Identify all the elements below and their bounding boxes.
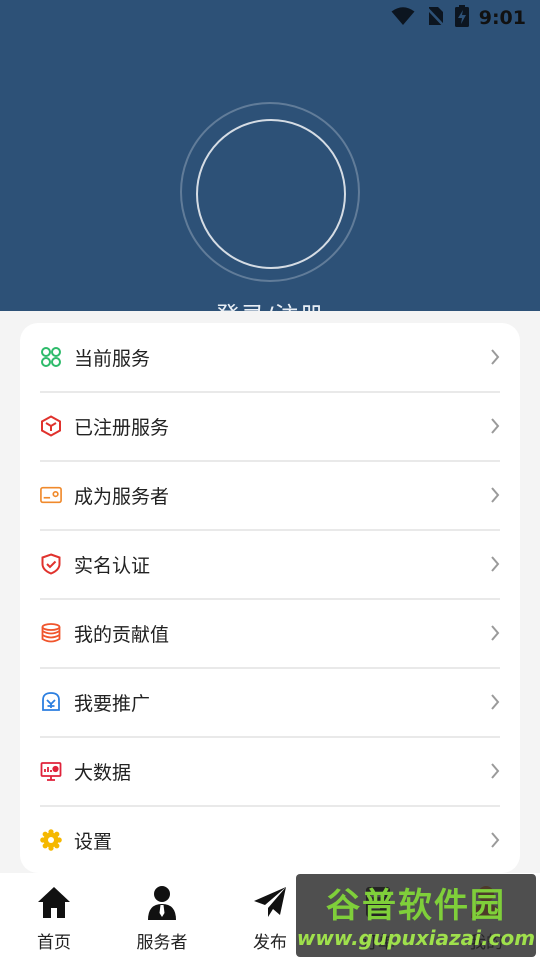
grid-icon bbox=[40, 346, 62, 368]
tab-label: 首页 bbox=[37, 933, 71, 953]
watermark-title: 谷普软件园 bbox=[326, 886, 506, 926]
chevron-right-icon bbox=[482, 555, 500, 573]
menu-item-label: 已注册服务 bbox=[74, 416, 170, 439]
chevron-right-icon bbox=[482, 762, 500, 780]
status-bar: 9:01 bbox=[391, 5, 526, 31]
id-card-icon bbox=[40, 484, 62, 506]
chevron-right-icon bbox=[482, 831, 500, 849]
coins-icon bbox=[40, 622, 62, 644]
login-register-link[interactable]: 登录/注册 bbox=[0, 296, 540, 311]
menu-item-label: 我的贡献值 bbox=[74, 623, 170, 646]
menu-item-label: 当前服务 bbox=[74, 347, 151, 370]
monitor-chart-icon bbox=[40, 760, 62, 782]
menu-item-become-provider[interactable]: 成为服务者 bbox=[40, 461, 500, 529]
watermark-url: www.gupuxiazai.com bbox=[296, 926, 536, 950]
wifi-icon bbox=[391, 6, 415, 30]
profile-header: 9:01 登录/注册 bbox=[0, 0, 540, 311]
menu-item-label: 实名认证 bbox=[74, 554, 151, 577]
battery-charging-icon bbox=[454, 5, 469, 31]
menu-item-label: 成为服务者 bbox=[74, 485, 170, 508]
tab-providers[interactable]: 服务者 bbox=[108, 873, 216, 960]
clock: 9:01 bbox=[478, 7, 526, 29]
menu-item-label: 我要推广 bbox=[74, 692, 151, 715]
chevron-right-icon bbox=[482, 624, 500, 642]
watermark: 谷普软件园 www.gupuxiazai.com bbox=[296, 874, 536, 957]
chevron-right-icon bbox=[482, 693, 500, 711]
avatar[interactable] bbox=[196, 119, 346, 269]
tab-home[interactable]: 首页 bbox=[0, 873, 108, 960]
menu-item-registered-services[interactable]: 已注册服务 bbox=[40, 392, 500, 460]
promote-icon bbox=[40, 691, 62, 713]
menu-item-contribution[interactable]: 我的贡献值 bbox=[40, 599, 500, 667]
menu-item-real-name-auth[interactable]: 实名认证 bbox=[40, 530, 500, 598]
menu-item-current-services[interactable]: 当前服务 bbox=[40, 323, 500, 391]
no-sim-icon bbox=[424, 5, 445, 31]
menu-card: 当前服务 已注册服务 成为服务者 实名认证 我的贡献值 我要推广 大数据 设置 bbox=[20, 323, 520, 873]
chevron-right-icon bbox=[482, 486, 500, 504]
menu-item-big-data[interactable]: 大数据 bbox=[40, 737, 500, 805]
menu-item-label: 大数据 bbox=[74, 761, 132, 784]
chevron-right-icon bbox=[482, 417, 500, 435]
cube-icon bbox=[40, 415, 62, 437]
tab-label: 服务者 bbox=[136, 933, 188, 953]
person-icon bbox=[108, 885, 216, 921]
home-icon bbox=[0, 885, 108, 921]
menu-item-label: 设置 bbox=[74, 830, 113, 853]
gear-icon bbox=[40, 829, 62, 851]
chevron-right-icon bbox=[482, 348, 500, 366]
menu-item-settings[interactable]: 设置 bbox=[40, 806, 500, 874]
menu-item-promote[interactable]: 我要推广 bbox=[40, 668, 500, 736]
shield-icon bbox=[40, 553, 62, 575]
